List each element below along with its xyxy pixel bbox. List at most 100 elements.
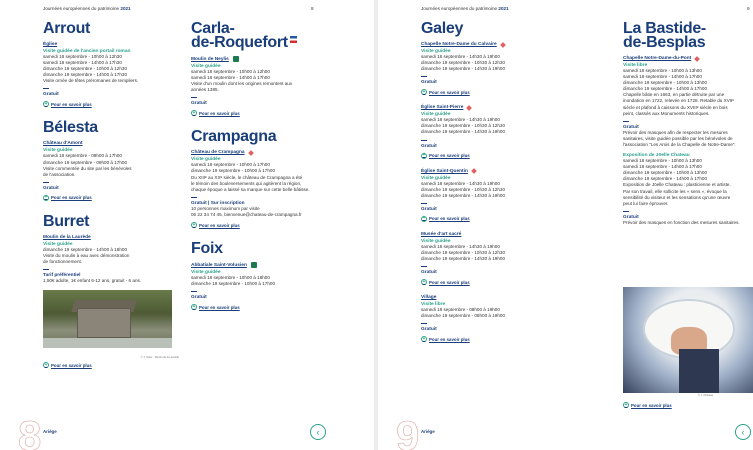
schedule-line: dimanche 19 septembre - 14h30 à 19h00 bbox=[421, 66, 506, 72]
left-page: Journées européennes du patrimoine 2021 … bbox=[0, 0, 374, 450]
plus-circle-icon: + bbox=[43, 194, 49, 201]
divider bbox=[191, 97, 197, 99]
plus-circle-icon: + bbox=[43, 361, 49, 369]
divider bbox=[43, 88, 49, 90]
more-info-link[interactable]: + Pour en savoir plus bbox=[43, 100, 181, 108]
price: Gratuit bbox=[191, 101, 207, 107]
entry-carla-de-roquefort: Carla- de-Roquefort Moulin de Neylis Vis… bbox=[191, 21, 341, 117]
schedule-line: dimanche 19 septembre - 08h00 à 19h00 bbox=[421, 313, 506, 319]
price-note: 1,50€ adulte, 1€ enfant 6-12 ans, gratui… bbox=[43, 278, 142, 284]
more-info-link[interactable]: + Pour en savoir plus bbox=[43, 194, 181, 201]
site-link[interactable]: Moulin de Neylis bbox=[191, 56, 341, 62]
page-watermark-number: 9 bbox=[396, 412, 420, 450]
schedule-line: dimanche 19 septembre - 14h30 à 19h00 bbox=[421, 129, 506, 135]
more-info-link[interactable]: + Pour en savoir plus bbox=[43, 361, 181, 369]
divider bbox=[421, 139, 427, 141]
town-title: Crampagna bbox=[191, 128, 277, 146]
site-link[interactable]: Abbatiale Saint-Volusien bbox=[191, 262, 341, 269]
entry-crampagna: Crampagna Château de Crampagna Visite gu… bbox=[191, 128, 341, 229]
site-block: Musée d'art sacré Visite guidée samedi 1… bbox=[421, 232, 559, 286]
schedule-line: dimanche 19 septembre - 14h30 à 19h00 bbox=[421, 256, 506, 262]
description-line: peint, classés aux Monuments historiques… bbox=[623, 110, 710, 116]
region-label: Ariège bbox=[421, 429, 435, 434]
divider bbox=[421, 76, 427, 78]
site-link[interactable]: Château de Crampagna bbox=[191, 150, 341, 156]
right-column-2: La Bastide- de-Besplas Chapelle Notre-Da… bbox=[623, 21, 751, 226]
description-line: inondation en 1722, relevée en 1728. Ret… bbox=[623, 98, 735, 104]
more-info-link[interactable]: + Pour en savoir plus bbox=[421, 215, 559, 222]
site-link[interactable]: Église Saint-Pierre bbox=[421, 104, 559, 111]
stream bbox=[43, 338, 172, 349]
diamond-icon bbox=[499, 41, 506, 48]
description-line: de l'association. bbox=[43, 171, 76, 177]
more-info-link[interactable]: + Pour en savoir plus bbox=[191, 221, 341, 229]
site-link[interactable]: Musée d'art sacré bbox=[421, 232, 559, 237]
entry-arrout: Arrout Église Visite guidée de l'ancien … bbox=[43, 21, 181, 108]
mill-building bbox=[77, 308, 131, 339]
site-link[interactable]: Village bbox=[421, 295, 559, 300]
more-info-link[interactable]: + Pour en savoir plus bbox=[623, 402, 672, 408]
plus-circle-icon: + bbox=[421, 335, 427, 343]
price: Gratuit bbox=[421, 270, 437, 276]
more-info-link[interactable]: + Pour en savoir plus bbox=[421, 335, 559, 343]
price-note: l'association "Les Amis de la Chapelle d… bbox=[623, 141, 736, 147]
region-label: Ariège bbox=[43, 429, 57, 434]
price: Gratuit bbox=[421, 327, 437, 333]
photo-credit: © J. Oster · Moulin de la Laurède bbox=[140, 356, 179, 360]
left-column-1: Arrout Église Visite guidée de l'ancien … bbox=[43, 21, 181, 382]
price: Gratuit bbox=[191, 295, 207, 301]
running-head-right: Journées européennes du patrimoine 2021 bbox=[421, 6, 509, 11]
divider bbox=[623, 210, 629, 212]
site-link[interactable]: Moulin de la Laurède bbox=[43, 235, 181, 240]
artist-photo bbox=[623, 287, 753, 393]
diamond-icon bbox=[466, 104, 473, 111]
contact-line: 06 22 34 74 45, bienvenue@chateau-de-cra… bbox=[191, 211, 302, 217]
plus-circle-icon: + bbox=[191, 221, 197, 229]
left-column-2: Carla- de-Roquefort Moulin de Neylis Vis… bbox=[191, 21, 341, 324]
plus-circle-icon: + bbox=[421, 88, 427, 96]
artist-sleeve bbox=[679, 349, 719, 393]
description-line: Visite ornée de têtes préromanes de temp… bbox=[43, 78, 139, 84]
divider bbox=[191, 196, 197, 198]
page-number-left: 8 bbox=[311, 6, 314, 11]
entry-belesta: Bélesta Château d'Amont Visite guidée sa… bbox=[43, 120, 181, 201]
diamond-icon bbox=[694, 55, 701, 62]
entry-burret: Burret Moulin de la Laurède Visite guidé… bbox=[43, 212, 181, 369]
mill-photo bbox=[43, 290, 172, 349]
more-info-link[interactable]: + Pour en savoir plus bbox=[421, 152, 559, 159]
flag-icon bbox=[289, 36, 297, 43]
site-link[interactable]: Église bbox=[43, 42, 181, 47]
town-title: Galey bbox=[421, 20, 464, 37]
description-line: peut lui faire éprouver. bbox=[623, 200, 669, 206]
price: Gratuit bbox=[43, 185, 59, 191]
more-info-link[interactable]: + Pour en savoir plus bbox=[191, 303, 341, 311]
schedule-line: dimanche 19 septembre - 10h00 à 17h00 bbox=[191, 281, 276, 287]
site-link[interactable]: Chapelle Notre-Dame du Calvaire bbox=[421, 41, 559, 48]
plus-circle-icon: + bbox=[43, 100, 49, 108]
more-info-link[interactable]: + Pour en savoir plus bbox=[421, 88, 559, 96]
site-link[interactable]: Église Saint-Quentin bbox=[421, 168, 559, 174]
divider bbox=[43, 269, 49, 271]
previous-page-button[interactable]: ‹ bbox=[310, 424, 326, 440]
more-info-link[interactable]: + Pour en savoir plus bbox=[421, 278, 559, 286]
plus-circle-icon: + bbox=[191, 303, 197, 311]
chevron-left-icon: ‹ bbox=[741, 426, 745, 437]
site-link[interactable]: Chapelle Notre-Dame-du-Pont bbox=[623, 55, 751, 62]
plus-circle-icon: + bbox=[421, 152, 427, 159]
site-link[interactable]: Château d'Amont bbox=[43, 141, 181, 146]
divider bbox=[421, 323, 427, 325]
price: Gratuit bbox=[421, 80, 437, 86]
more-info-link[interactable]: + Pour en savoir plus bbox=[191, 110, 341, 117]
right-column-1: Galey Chapelle Notre-Dame du Calvaire Vi… bbox=[421, 20, 559, 343]
page-number-right: 9 bbox=[747, 6, 750, 11]
diamond-icon bbox=[247, 150, 254, 156]
town-title: Burret bbox=[43, 212, 90, 230]
plus-circle-icon: + bbox=[421, 215, 427, 222]
right-page: Journées européennes du patrimoine 2021 … bbox=[378, 0, 753, 450]
diamond-icon bbox=[471, 168, 477, 174]
plus-circle-icon: + bbox=[421, 278, 427, 286]
label-badge-icon bbox=[232, 56, 239, 62]
previous-page-button[interactable]: ‹ bbox=[735, 424, 751, 440]
divider bbox=[623, 120, 629, 122]
divider bbox=[43, 181, 49, 183]
